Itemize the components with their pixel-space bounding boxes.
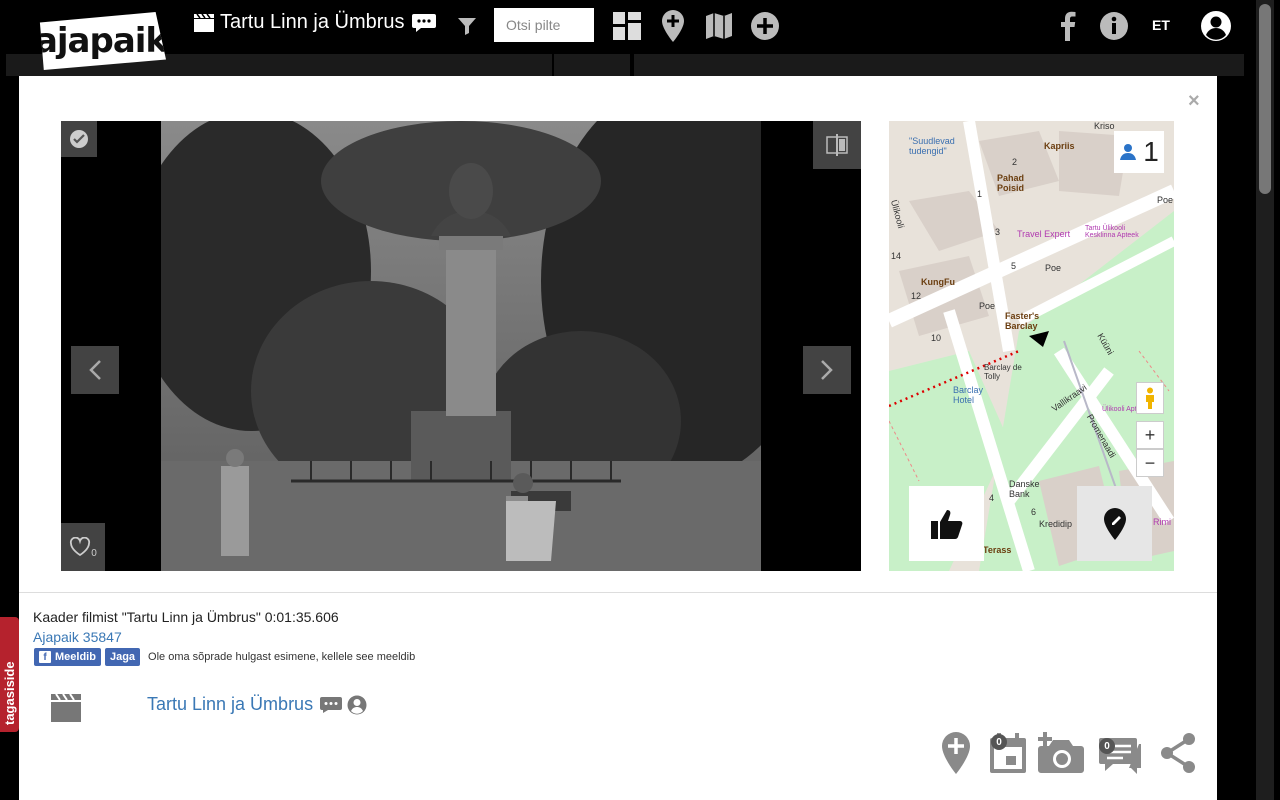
user-icon[interactable]	[1198, 8, 1234, 44]
confirm-check-button[interactable]	[61, 121, 97, 157]
user-count-value: 1	[1143, 136, 1159, 167]
map-label-kapriis: Kapriis	[1044, 141, 1075, 151]
facebook-like-button[interactable]: f Meeldib	[34, 648, 101, 666]
map-house-number: 2	[1012, 157, 1018, 167]
facebook-share-button[interactable]: Jaga	[104, 648, 141, 666]
map-house-number: 14	[891, 251, 902, 261]
map-label-danske-bank: Danske Bank	[1009, 479, 1040, 499]
filter-icon[interactable]	[449, 8, 485, 44]
map-house-number: 4	[989, 493, 995, 503]
album-title[interactable]: Tartu Linn ja Ümbrus	[194, 11, 437, 34]
set-location-button[interactable]	[1077, 486, 1152, 561]
chevron-left-icon	[89, 360, 101, 380]
heart-icon	[70, 537, 91, 557]
divider	[19, 592, 1217, 593]
map-marker-plus-icon	[942, 732, 970, 774]
add-rephoto-button[interactable]	[1037, 732, 1085, 779]
map-house-number: 1	[977, 189, 983, 199]
map-marker-edit-icon	[1103, 507, 1126, 540]
photo-modal: × 0 "Suudlevad tudengid" Kriso Kapriis P…	[19, 76, 1217, 800]
photo-caption: Kaader filmist "Tartu Linn ja Ümbrus" 0:…	[33, 609, 339, 625]
map-label-poe: Poe	[1157, 195, 1174, 205]
top-navbar: Tartu Linn ja Ümbrus ET	[0, 0, 1250, 52]
like-count: 0	[91, 547, 97, 559]
close-button[interactable]: ×	[1188, 90, 1200, 113]
user-count-badge[interactable]: 1	[1114, 131, 1164, 173]
map-label-terass: Terass	[983, 545, 1012, 555]
clapperboard-icon	[51, 693, 81, 727]
zoom-out-button[interactable]: −	[1136, 449, 1164, 477]
map-label-barclay-de-tolly: Barclay de Tolly	[984, 363, 1022, 381]
photo-viewer: 0	[61, 121, 861, 571]
compare-button[interactable]	[813, 121, 861, 169]
share-button[interactable]	[1159, 732, 1197, 779]
thumbs-up-icon	[930, 509, 962, 539]
facebook-row: f Meeldib Jaga Ole oma sõprade hulgast es…	[34, 648, 415, 666]
scroll-thumb[interactable]	[1259, 4, 1271, 194]
source-link[interactable]: Ajapaik 35847	[33, 629, 122, 645]
map-label-suudlevad: "Suudlevad tudengid"	[909, 136, 955, 156]
dates-count-badge: 0	[991, 734, 1007, 750]
compare-icon	[826, 134, 848, 156]
share-icon	[1161, 733, 1195, 773]
film-title-row: Tartu Linn ja Ümbrus	[147, 694, 367, 715]
logo-text: ajapaik	[34, 21, 168, 61]
facebook-icon: f	[39, 651, 51, 663]
map-label-poe: Poe	[979, 301, 996, 311]
location-map[interactable]: "Suudlevad tudengid" Kriso Kapriis Pahad…	[889, 121, 1174, 571]
map-house-number: 10	[931, 333, 942, 343]
chevron-right-icon	[821, 360, 833, 380]
map-icon[interactable]	[701, 8, 737, 44]
user-icon	[1120, 144, 1137, 160]
map-house-number: 5	[1011, 261, 1017, 271]
pegman-icon	[1146, 387, 1154, 409]
info-icon[interactable]	[1096, 8, 1132, 44]
map-label-kungfu: KungFu	[921, 277, 955, 287]
add-location-button[interactable]	[941, 732, 971, 779]
comment-icon[interactable]	[411, 13, 437, 33]
zoom-in-button[interactable]: +	[1136, 421, 1164, 449]
previous-button[interactable]	[71, 346, 119, 394]
map-label-pahad-poisid: Pahad Poisid	[997, 173, 1025, 193]
page-scrollbar[interactable]	[1250, 0, 1280, 800]
search-input[interactable]	[494, 8, 594, 42]
background-thumbnail	[634, 54, 1244, 76]
map-label-rimi: Rimi	[1153, 517, 1171, 527]
camera-plus-icon	[1038, 732, 1084, 773]
grid-icon[interactable]	[609, 8, 645, 44]
map-house-number: 12	[911, 291, 922, 301]
thumbs-up-button[interactable]	[909, 486, 984, 561]
map-label-barclay-hotel: Barclay Hotel	[953, 385, 984, 405]
pegman-button[interactable]	[1136, 382, 1164, 414]
facebook-icon[interactable]	[1050, 8, 1086, 44]
map-house-number: 6	[1031, 507, 1037, 517]
plus-circle-icon[interactable]	[747, 8, 783, 44]
check-circle-icon	[70, 130, 88, 148]
facebook-like-text: Ole oma sõprade hulgast esimene, kellele…	[148, 651, 416, 663]
feedback-tab[interactable]: tagasiside	[0, 617, 19, 732]
map-label-kredidipank: Kredidip	[1039, 519, 1073, 529]
facebook-like-label: Meeldib	[55, 651, 96, 663]
map-label-travel-expert: Travel Expert	[1017, 229, 1071, 239]
like-button[interactable]: 0	[61, 523, 105, 571]
comments-count-badge: 0	[1099, 738, 1115, 754]
photo-image	[161, 121, 761, 571]
map-label-poe: Poe	[1045, 263, 1062, 273]
comment-icon[interactable]	[319, 696, 343, 714]
historic-photo[interactable]	[161, 121, 761, 571]
clapperboard-icon	[194, 13, 214, 32]
user-circle-icon[interactable]	[347, 695, 367, 715]
background-thumbnail	[554, 54, 630, 76]
film-title-link[interactable]: Tartu Linn ja Ümbrus	[147, 694, 313, 715]
map-label-apteek: Tartu Ülikooli Kesklinna Apteek	[1085, 225, 1139, 239]
next-button[interactable]	[803, 346, 851, 394]
album-title-text: Tartu Linn ja Ümbrus	[220, 11, 405, 33]
map-label-fasters: Faster's Barclay	[1005, 311, 1040, 331]
language-switch[interactable]: ET	[1152, 17, 1170, 33]
map-label-kriso: Kriso	[1094, 121, 1115, 131]
feedback-tab-label: tagasiside	[2, 661, 17, 725]
map-house-number: 3	[995, 227, 1001, 237]
map-marker-plus-icon[interactable]	[655, 8, 691, 44]
